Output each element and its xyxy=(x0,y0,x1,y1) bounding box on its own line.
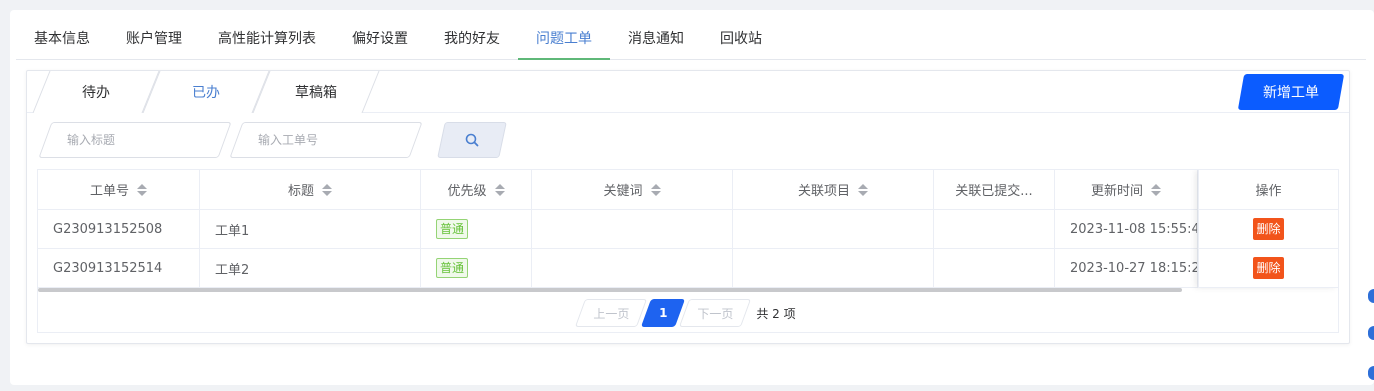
table-row: G230913152508 工单1 普通 2023-11-08 15:55:42 xyxy=(38,210,1338,249)
cell-keyword xyxy=(532,210,733,248)
col-header-project[interactable]: 关联项目 xyxy=(733,170,934,209)
cell-submitted xyxy=(934,249,1055,287)
search-icon xyxy=(465,133,479,147)
sort-icon[interactable] xyxy=(137,183,147,196)
tab-account-management[interactable]: 账户管理 xyxy=(108,10,200,59)
priority-tag: 普通 xyxy=(436,258,469,278)
next-page-label: 下一页 xyxy=(697,306,734,321)
sort-icon[interactable] xyxy=(858,183,868,196)
cell-project xyxy=(733,249,934,287)
pagination: 上一页 1 下一页 共 2 项 xyxy=(38,292,1338,332)
cell-number: G230913152514 xyxy=(38,249,200,287)
cell-priority: 普通 xyxy=(421,249,532,287)
col-header-title[interactable]: 标题 xyxy=(200,170,421,209)
tab-notifications[interactable]: 消息通知 xyxy=(610,10,702,59)
cell-submitted xyxy=(934,210,1055,248)
side-widget[interactable] xyxy=(1368,366,1374,380)
cell-keyword xyxy=(532,249,733,287)
col-header-priority[interactable]: 优先级 xyxy=(421,170,532,209)
cell-title: 工单2 xyxy=(200,249,421,287)
sub-tab-bar: 待办 已办 草稿箱 新增工单 xyxy=(27,71,1349,113)
cell-project xyxy=(733,210,934,248)
new-ticket-button[interactable]: 新增工单 xyxy=(1237,74,1345,110)
delete-button[interactable]: 删除 xyxy=(1253,218,1284,240)
page-card: 基本信息 账户管理 高性能计算列表 偏好设置 我的好友 问题工单 消息通知 回收… xyxy=(10,10,1374,385)
delete-button[interactable]: 删除 xyxy=(1253,257,1284,279)
sort-icon[interactable] xyxy=(322,183,332,196)
action-cell: 删除 xyxy=(1199,210,1338,249)
col-header-submitted: 关联已提交... xyxy=(934,170,1055,209)
title-search-field[interactable] xyxy=(38,122,232,158)
side-widget[interactable] xyxy=(1368,326,1374,340)
priority-tag: 普通 xyxy=(436,219,469,239)
subtab-drafts-label: 草稿箱 xyxy=(295,85,337,101)
number-search-field[interactable] xyxy=(229,122,423,158)
cell-priority: 普通 xyxy=(421,210,532,248)
number-search-input[interactable] xyxy=(258,122,408,158)
new-ticket-label: 新增工单 xyxy=(1263,85,1319,101)
subtab-todo-label: 待办 xyxy=(82,85,110,101)
total-count: 共 2 项 xyxy=(756,306,796,321)
cell-updated: 2023-11-08 15:55:42 xyxy=(1055,210,1198,248)
col-header-updated[interactable]: 更新时间 xyxy=(1055,170,1198,209)
page-button-current[interactable]: 1 xyxy=(641,299,686,327)
ticket-panel: 待办 已办 草稿箱 新增工单 输入标题 输入工单号 工单号 标题 优先级 关键词… xyxy=(26,70,1350,344)
side-widget[interactable] xyxy=(1368,289,1374,303)
tab-my-friends[interactable]: 我的好友 xyxy=(426,10,518,59)
sort-icon[interactable] xyxy=(494,183,505,196)
action-column: 操作 删除 删除 xyxy=(1198,170,1338,288)
top-tab-bar: 基本信息 账户管理 高性能计算列表 偏好设置 我的好友 问题工单 消息通知 回收… xyxy=(16,10,1366,60)
col-header-keyword[interactable]: 关键词 xyxy=(532,170,733,209)
subtab-done-label: 已办 xyxy=(192,85,220,101)
search-button[interactable] xyxy=(437,122,507,158)
tab-hpc-list[interactable]: 高性能计算列表 xyxy=(200,10,334,59)
prev-page-label: 上一页 xyxy=(593,306,630,321)
cell-title: 工单1 xyxy=(200,210,421,248)
cell-number: G230913152508 xyxy=(38,210,200,248)
tab-tickets[interactable]: 问题工单 xyxy=(518,10,610,60)
prev-page-button[interactable]: 上一页 xyxy=(575,299,648,327)
sort-icon[interactable] xyxy=(1151,183,1161,196)
subtab-drafts[interactable]: 草稿箱 xyxy=(252,71,380,113)
subtab-todo[interactable]: 待办 xyxy=(32,71,160,113)
table-row: G230913152514 工单2 普通 2023-10-27 18:15:24 xyxy=(38,249,1338,288)
col-header-actions: 操作 xyxy=(1199,170,1338,210)
tab-basic-info[interactable]: 基本信息 xyxy=(16,10,108,59)
action-cell: 删除 xyxy=(1199,249,1338,288)
title-search-input[interactable] xyxy=(67,122,217,158)
col-header-number[interactable]: 工单号 xyxy=(38,170,200,209)
sort-icon[interactable] xyxy=(650,183,661,196)
ticket-table: 工单号 标题 优先级 关键词 关联项目 关联已提交... 更新时间 G23091… xyxy=(37,169,1339,333)
table-header: 工单号 标题 优先级 关键词 关联项目 关联已提交... 更新时间 xyxy=(38,170,1338,210)
next-page-button[interactable]: 下一页 xyxy=(679,299,752,327)
subtab-done[interactable]: 已办 xyxy=(142,71,270,113)
tab-recycle-bin[interactable]: 回收站 xyxy=(702,10,780,59)
page-number: 1 xyxy=(659,306,668,320)
cell-updated: 2023-10-27 18:15:24 xyxy=(1055,249,1198,287)
tab-preferences[interactable]: 偏好设置 xyxy=(334,10,426,59)
